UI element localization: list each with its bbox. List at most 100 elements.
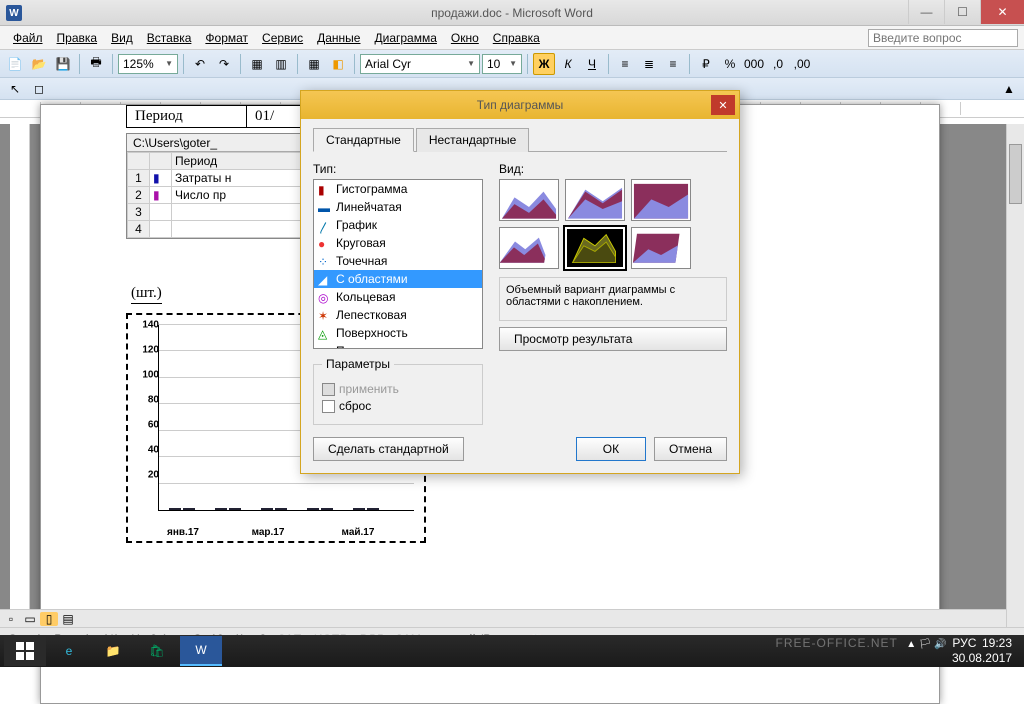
tray-date: 30.08.2017 xyxy=(952,651,1012,665)
redo-icon[interactable]: ↷ xyxy=(213,53,235,75)
subtype-4[interactable] xyxy=(499,227,559,269)
maximize-button[interactable]: ☐ xyxy=(944,0,980,24)
select-tool-icon[interactable]: ◻ xyxy=(28,78,50,100)
type-bubble[interactable]: ⁘Пузырьковая xyxy=(314,342,482,349)
cancel-button[interactable]: Отмена xyxy=(654,437,727,461)
view-web-icon[interactable]: ▭ xyxy=(21,612,39,626)
tab-standard[interactable]: Стандартные xyxy=(313,128,414,152)
menu-format[interactable]: Формат xyxy=(198,28,255,48)
menu-insert[interactable]: Вставка xyxy=(140,28,199,48)
type-radar[interactable]: ✶Лепестковая xyxy=(314,306,482,324)
by-row-icon[interactable]: ▦ xyxy=(246,53,268,75)
taskbar-explorer-icon[interactable]: 📁 xyxy=(92,636,134,666)
menu-bar: Файл Правка Вид Вставка Формат Сервис Да… xyxy=(0,26,1024,50)
open-icon[interactable]: 📂 xyxy=(28,53,50,75)
type-pie[interactable]: ●Круговая xyxy=(314,234,482,252)
view-normal-icon[interactable]: ▫ xyxy=(2,612,20,626)
subtype-2[interactable] xyxy=(565,179,625,221)
preview-button[interactable]: Просмотр результата xyxy=(499,327,727,351)
scroll-up-icon[interactable]: ▲ xyxy=(998,78,1020,100)
subtype-1[interactable] xyxy=(499,179,559,221)
view-print-icon[interactable]: ▯ xyxy=(40,612,58,626)
save-icon[interactable]: 💾 xyxy=(52,53,74,75)
align-right-icon[interactable]: ≡ xyxy=(662,53,684,75)
y-tick: 40 xyxy=(148,445,159,456)
currency-icon[interactable]: ₽ xyxy=(695,53,717,75)
fill-color-icon[interactable]: ◧ xyxy=(327,53,349,75)
reset-checkbox[interactable] xyxy=(322,400,335,413)
tab-custom[interactable]: Нестандартные xyxy=(416,128,530,152)
dialog-titlebar[interactable]: Тип диаграммы ✕ xyxy=(301,91,739,119)
inc-decimal-icon[interactable]: ,0 xyxy=(767,53,789,75)
type-scatter[interactable]: ⁘Точечная xyxy=(314,252,482,270)
undo-icon[interactable]: ↶ xyxy=(189,53,211,75)
type-area[interactable]: ◢С областями xyxy=(314,270,482,288)
menu-data[interactable]: Данные xyxy=(310,28,367,48)
type-bar[interactable]: ▬Линейчатая xyxy=(314,198,482,216)
start-button[interactable] xyxy=(4,636,46,666)
zoom-select[interactable]: 125%▼ xyxy=(118,54,178,74)
view-outline-icon[interactable]: ▤ xyxy=(59,612,77,626)
align-left-icon[interactable]: ≡ xyxy=(614,53,636,75)
font-size-select[interactable]: 10▼ xyxy=(482,54,522,74)
x-tick: янв.17 xyxy=(167,527,199,538)
font-select[interactable]: Arial Cyr▼ xyxy=(360,54,480,74)
params-label: Параметры xyxy=(322,357,394,371)
subtype-6[interactable] xyxy=(631,227,691,269)
taskbar-store-icon[interactable]: 🛍 xyxy=(136,636,178,666)
watermark: FREE-OFFICE.NET xyxy=(776,636,898,650)
by-col-icon[interactable]: ▥ xyxy=(270,53,292,75)
dialog-close-button[interactable]: ✕ xyxy=(711,95,735,115)
apply-checkbox xyxy=(322,383,335,396)
thousands-icon[interactable]: 000 xyxy=(743,53,765,75)
italic-button[interactable]: К xyxy=(557,53,579,75)
vertical-ruler[interactable] xyxy=(10,124,30,627)
chart-type-list[interactable]: ▮Гистограмма ▬Линейчатая 〳График ●Кругов… xyxy=(313,179,483,349)
type-column[interactable]: ▮Гистограмма xyxy=(314,180,482,198)
type-surface[interactable]: ◬Поверхность xyxy=(314,324,482,342)
menu-edit[interactable]: Правка xyxy=(50,28,105,48)
arrow-tool-icon[interactable]: ↖ xyxy=(4,78,26,100)
x-tick: май.17 xyxy=(342,527,375,538)
minimize-button[interactable]: — xyxy=(908,0,944,24)
y-tick: 140 xyxy=(142,320,159,331)
subtype-3[interactable] xyxy=(631,179,691,221)
ok-button[interactable]: ОК xyxy=(576,437,646,461)
windows-taskbar: e 📁 🛍 W FREE-OFFICE.NET ▲ 🏳 🔊 РУС 19:23 … xyxy=(0,635,1024,667)
taskbar-ie-icon[interactable]: e xyxy=(48,636,90,666)
make-standard-button[interactable]: Сделать стандартной xyxy=(313,437,464,461)
system-tray[interactable]: FREE-OFFICE.NET ▲ 🏳 🔊 РУС 19:23 30.08.20… xyxy=(776,636,1020,666)
align-center-icon[interactable]: ≣ xyxy=(638,53,660,75)
standard-toolbar: 📄 📂 💾 🖶 125%▼ ↶ ↷ ▦ ▥ ▦ ◧ Arial Cyr▼ 10▼… xyxy=(0,50,1024,78)
underline-button[interactable]: Ч xyxy=(581,53,603,75)
menu-window[interactable]: Окно xyxy=(444,28,486,48)
y-tick: 60 xyxy=(148,420,159,431)
y-tick: 20 xyxy=(148,470,159,481)
subtype-5[interactable] xyxy=(565,227,625,269)
y-tick: 120 xyxy=(142,345,159,356)
vertical-scrollbar[interactable] xyxy=(1006,124,1024,627)
percent-icon[interactable]: % xyxy=(719,53,741,75)
print-icon[interactable]: 🖶 xyxy=(85,53,107,75)
menu-chart[interactable]: Диаграмма xyxy=(367,28,443,48)
menu-service[interactable]: Сервис xyxy=(255,28,310,48)
type-doughnut[interactable]: ◎Кольцевая xyxy=(314,288,482,306)
y-tick: 100 xyxy=(142,370,159,381)
type-line[interactable]: 〳График xyxy=(314,216,482,234)
tray-time: 19:23 xyxy=(982,636,1012,650)
datasheet-icon[interactable]: ▦ xyxy=(303,53,325,75)
dec-decimal-icon[interactable]: ,00 xyxy=(791,53,813,75)
word-app-icon: W xyxy=(6,5,22,21)
bold-button[interactable]: Ж xyxy=(533,53,555,75)
help-search-input[interactable] xyxy=(868,29,1018,47)
row-chart-icon: ▮ xyxy=(150,170,172,187)
horizontal-scrollbar[interactable]: ▫ ▭ ▯ ▤ xyxy=(0,609,1006,627)
type-label: Тип: xyxy=(313,162,483,176)
new-doc-icon[interactable]: 📄 xyxy=(4,53,26,75)
close-button[interactable]: ✕ xyxy=(980,0,1024,24)
window-title: продажи.doc - Microsoft Word xyxy=(431,6,593,20)
menu-help[interactable]: Справка xyxy=(486,28,547,48)
taskbar-word-icon[interactable]: W xyxy=(180,636,222,666)
menu-file[interactable]: Файл xyxy=(6,28,50,48)
menu-view[interactable]: Вид xyxy=(104,28,140,48)
